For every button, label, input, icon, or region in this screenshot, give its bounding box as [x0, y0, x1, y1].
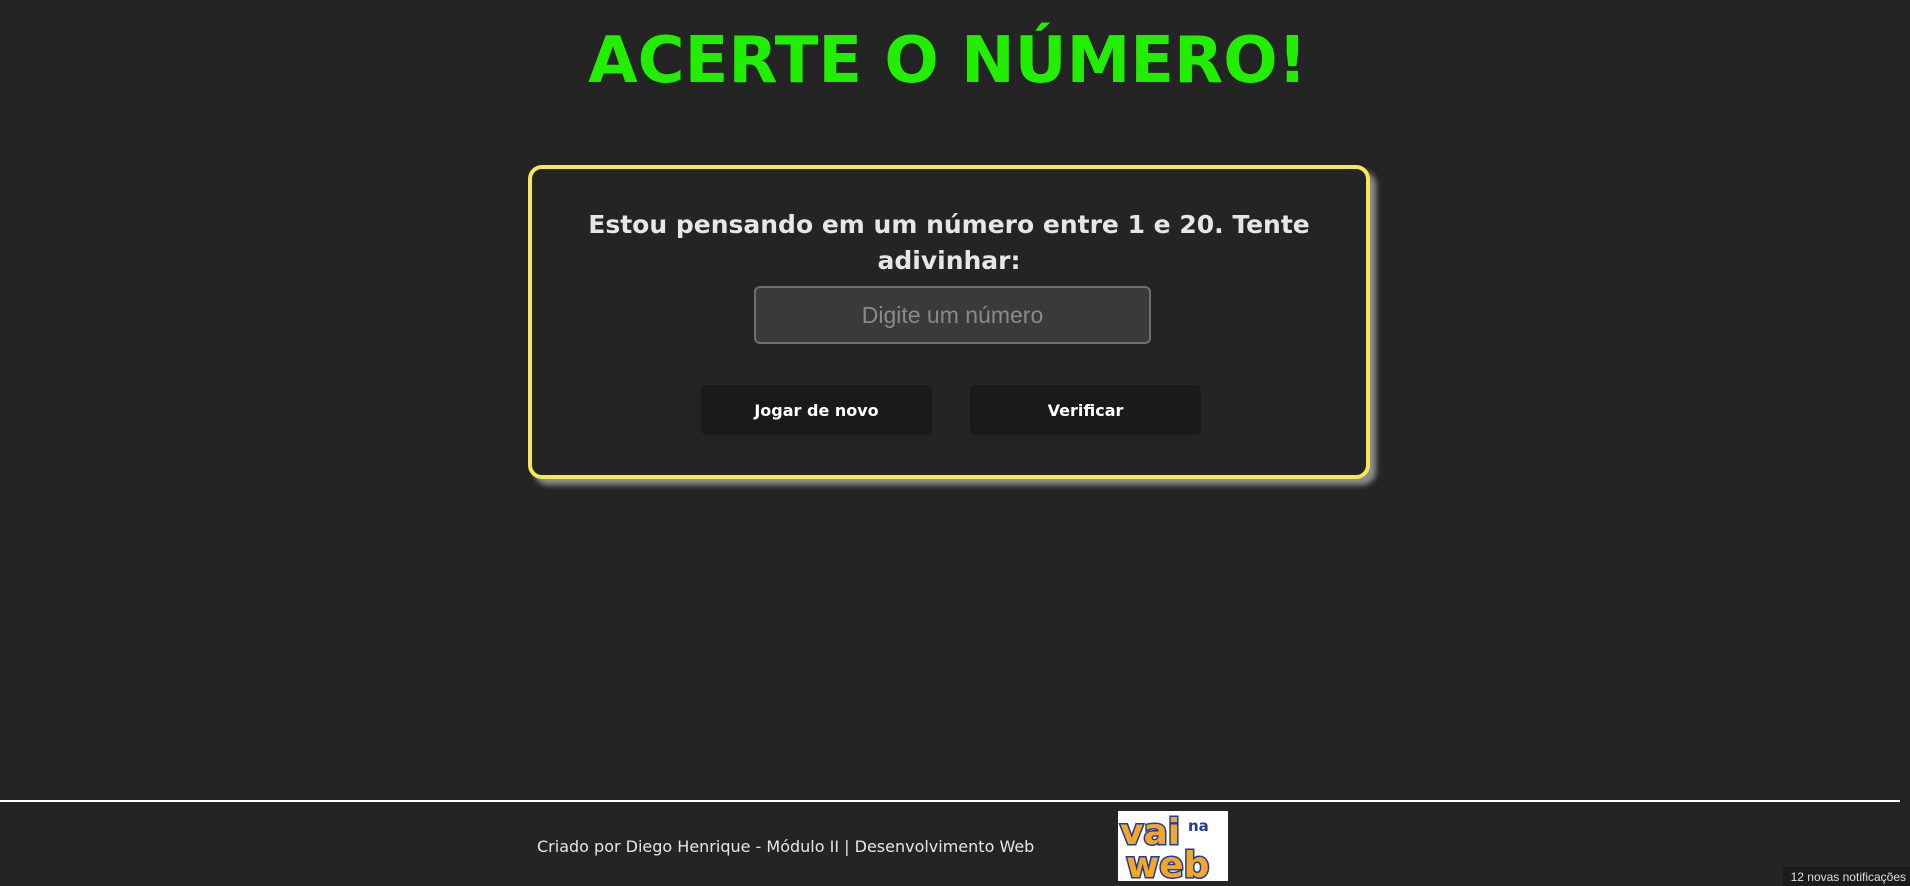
play-again-button[interactable]: Jogar de novo [701, 385, 932, 435]
number-input[interactable] [754, 286, 1151, 344]
notification-badge[interactable]: 12 novas notificações [1782, 867, 1910, 886]
vai-na-web-logo: vai na web [1118, 811, 1228, 886]
svg-text:na: na [1188, 817, 1209, 835]
verify-button[interactable]: Verificar [970, 385, 1201, 435]
page-title: ACERTE O NÚMERO! [588, 24, 1307, 98]
game-prompt: Estou pensando em um número entre 1 e 20… [588, 210, 1310, 275]
footer-credit: Criado por Diego Henrique - Módulo II | … [537, 837, 1035, 856]
svg-text:web: web [1126, 845, 1209, 881]
game-card: Estou pensando em um número entre 1 e 20… [528, 165, 1370, 479]
page: ACERTE O NÚMERO! Estou pensando em um nú… [0, 0, 1910, 886]
footer-divider [0, 800, 1900, 802]
